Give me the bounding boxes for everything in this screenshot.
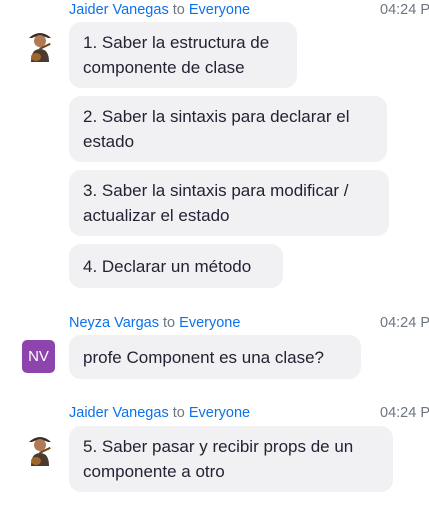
recipient-name[interactable]: Everyone [189, 405, 250, 421]
person-with-guitar-icon[interactable] [21, 430, 59, 468]
message-text: profe Component es una clase? [83, 347, 324, 367]
message-text: 2. Saber la sintaxis para declarar el es… [83, 107, 350, 151]
chat-message-bubble[interactable]: 4. Declarar un método [69, 244, 283, 288]
to-label: to [172, 2, 185, 18]
message-text: 3. Saber la sintaxis para modificar / ac… [83, 181, 349, 225]
message-header: Jaider Vanegas to Everyone [69, 404, 250, 422]
message-text: 5. Saber pasar y recibir props de un com… [83, 437, 354, 481]
recipient-name[interactable]: Everyone [179, 315, 240, 331]
recipient-name[interactable]: Everyone [189, 2, 250, 18]
message-text: 4. Declarar un método [83, 256, 252, 276]
message-header: Neyza Vargas to Everyone [69, 314, 240, 332]
chat-message-bubble[interactable]: 2. Saber la sintaxis para declarar el es… [69, 96, 387, 162]
chat-message-bubble[interactable]: 5. Saber pasar y recibir props de un com… [69, 426, 393, 492]
sender-name[interactable]: Neyza Vargas [69, 315, 159, 331]
message-text: 1. Saber la estructura de componente de … [83, 33, 270, 77]
to-label: to [163, 315, 176, 331]
message-time: 04:24 P [380, 2, 429, 18]
chat-message-bubble[interactable]: 3. Saber la sintaxis para modificar / ac… [69, 170, 389, 236]
chat-message-bubble[interactable]: profe Component es una clase? [69, 335, 361, 379]
message-time: 04:24 P [380, 405, 429, 421]
message-header: Jaider Vanegas to Everyone [69, 1, 250, 19]
sender-name[interactable]: Jaider Vanegas [69, 2, 169, 18]
avatar[interactable]: NV [22, 340, 55, 373]
to-label: to [172, 405, 185, 421]
sender-name[interactable]: Jaider Vanegas [69, 405, 169, 421]
chat-message-bubble[interactable]: 1. Saber la estructura de componente de … [69, 22, 297, 88]
person-with-guitar-icon[interactable] [21, 26, 59, 64]
message-time: 04:24 P [380, 315, 429, 331]
